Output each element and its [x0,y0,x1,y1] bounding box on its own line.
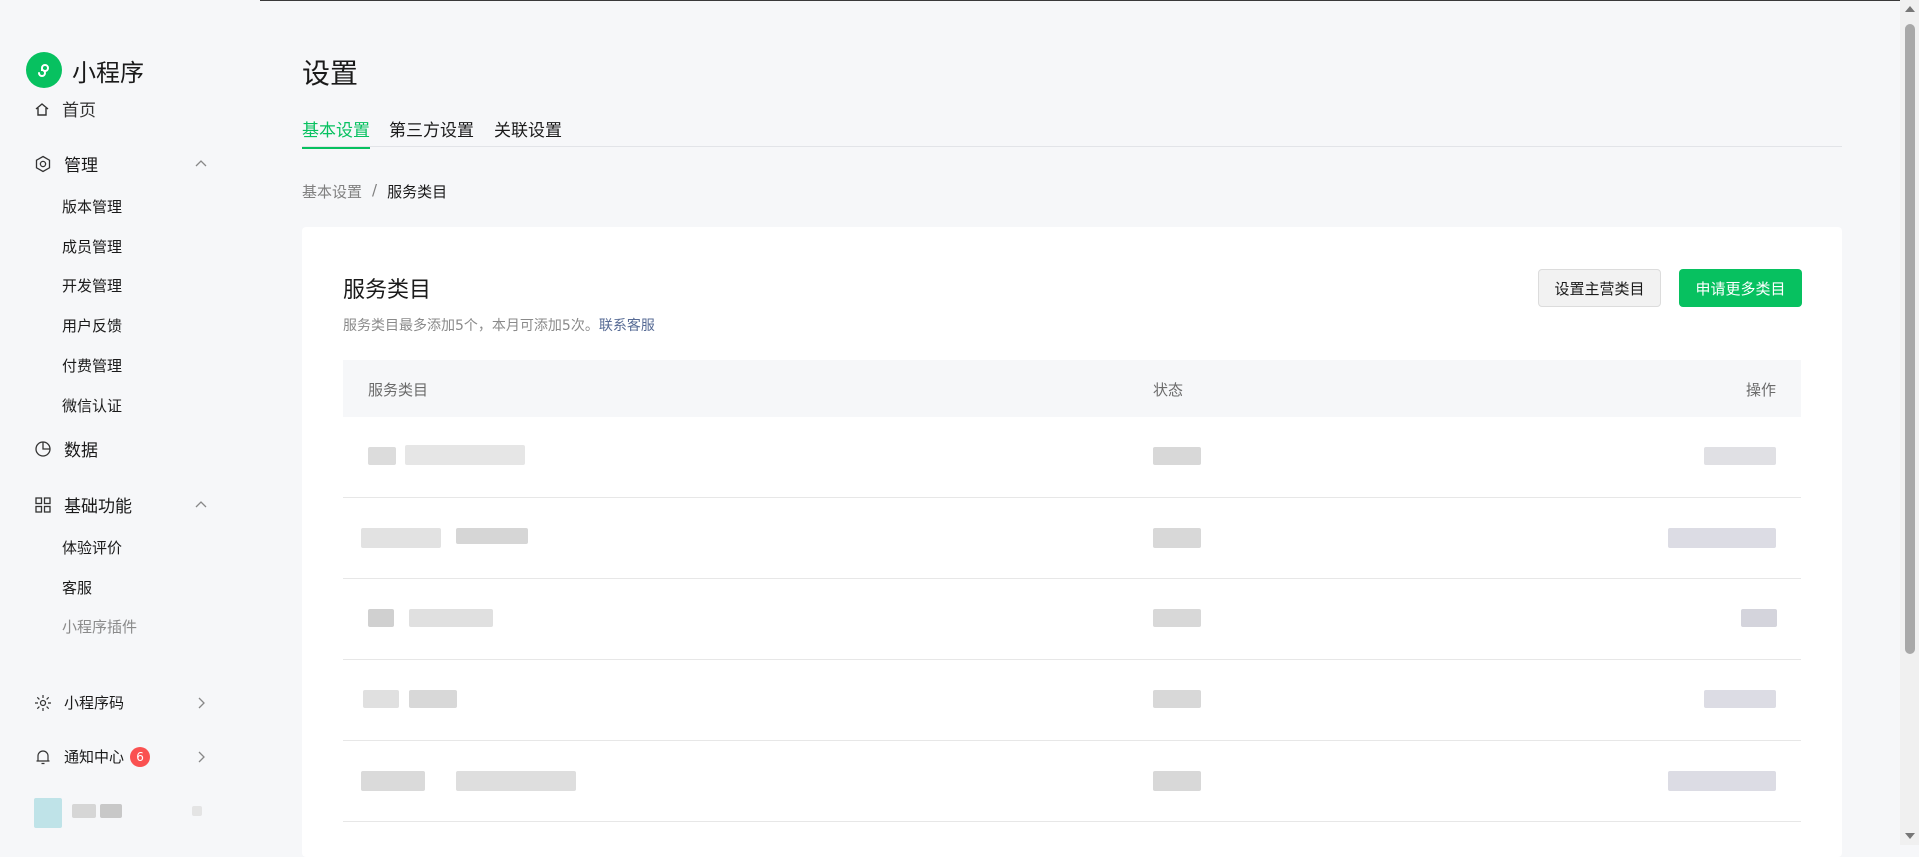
blurred-category-text [409,609,493,627]
sidebar-group-manage[interactable]: 管理 [34,151,210,176]
sidebar-item-customer-service[interactable]: 客服 [62,577,92,598]
sidebar-group-data[interactable]: 数据 [34,436,210,461]
blurred-action-link[interactable] [1668,528,1776,548]
blurred-category-text [363,690,399,708]
sidebar-group-basic-features[interactable]: 基础功能 [34,492,210,517]
sidebar-item-payment[interactable]: 付费管理 [62,355,122,376]
app-name: 小程序 [72,58,144,87]
column-header-status: 状态 [1153,381,1184,399]
sidebar-item-version[interactable]: 版本管理 [62,196,122,217]
user-account-blurred[interactable] [28,796,208,830]
page-title: 设置 [302,57,359,90]
main-content: 设置 基本设置 第三方设置 关联设置 基本设置 / 服务类目 服务类目 服务类目… [302,0,1842,857]
chevron-right-icon[interactable] [192,694,210,712]
blurred-category-text [409,690,457,708]
table-header: 服务类目 状态 操作 [343,360,1801,417]
sidebar-item-plugins[interactable]: 小程序插件 [62,616,137,637]
bell-icon [34,748,52,766]
card-description: 服务类目最多添加5个，本月可添加5次。联系客服 [343,315,655,335]
breadcrumb-parent[interactable]: 基本设置 [302,181,362,202]
sidebar-item-home[interactable]: 首页 [34,96,96,121]
table-row [343,741,1801,822]
home-icon [35,102,49,116]
blurred-category-text [456,528,528,544]
contact-support-link[interactable]: 联系客服 [599,318,655,334]
service-category-table: 服务类目 状态 操作 [343,360,1801,822]
table-row [343,498,1801,579]
blurred-action-link[interactable] [1704,447,1776,465]
blurred-status-text [1153,447,1201,465]
tab-basic-settings[interactable]: 基本设置 [302,116,370,149]
breadcrumb-separator: / [372,181,378,199]
blurred-category-text [405,445,525,465]
column-header-category: 服务类目 [368,381,429,399]
card-title: 服务类目 [343,278,432,303]
miniprogram-logo-icon [26,52,62,88]
breadcrumb-current: 服务类目 [387,183,448,201]
breadcrumb: 基本设置 / 服务类目 [302,181,447,202]
chevron-right-icon[interactable] [192,748,210,766]
scrollbar-thumb[interactable] [1905,24,1915,654]
scroll-up-arrow-icon[interactable] [1905,6,1915,12]
sidebar-item-label: 首页 [62,101,96,121]
tab-third-party-settings[interactable]: 第三方设置 [389,116,474,147]
service-category-card: 服务类目 服务类目最多添加5个，本月可添加5次。联系客服 设置主营类目 申请更多… [302,227,1842,857]
blurred-status-text [1153,771,1201,791]
pie-chart-icon [34,440,52,458]
blurred-status-text [1153,528,1201,548]
notification-count-badge: 6 [130,746,151,767]
blurred-action-link[interactable] [1741,609,1777,627]
grid-apps-icon [34,496,52,514]
sidebar-item-experience-review[interactable]: 体验评价 [62,537,122,558]
apply-more-categories-button[interactable]: 申请更多类目 [1679,269,1802,307]
blurred-action-link[interactable] [1668,771,1776,791]
sidebar-group-label: 管理 [64,156,98,176]
table-row [343,417,1801,498]
hexagon-settings-icon [34,155,52,173]
column-header-actions: 操作 [1745,381,1776,399]
sidebar-item-feedback[interactable]: 用户反馈 [62,315,122,336]
blurred-category-text [361,528,441,548]
blurred-action-link[interactable] [1704,690,1776,708]
settings-tabs: 基本设置 第三方设置 关联设置 [302,116,1842,149]
tab-linked-settings[interactable]: 关联设置 [494,116,562,147]
sidebar: 首页 小程序 管理 版本管理 成员管理 开发管理 用户反馈 付费管理 微信认证 … [0,0,260,845]
chevron-up-icon[interactable] [192,496,210,514]
sidebar-group-label: 数据 [64,441,98,461]
blurred-status-text [1153,609,1201,627]
card-description-text: 服务类目最多添加5个，本月可添加5次。 [343,318,599,334]
sidebar-group-label: 通知中心 [64,748,125,766]
sun-burst-icon [34,694,52,712]
sidebar-group-notifications[interactable]: 通知中心 6 [34,746,210,767]
sidebar-group-label: 基础功能 [64,497,132,517]
app-logo[interactable]: 小程序 [26,52,246,88]
set-main-category-button[interactable]: 设置主营类目 [1538,269,1661,307]
sidebar-group-qrcode[interactable]: 小程序码 [34,692,210,713]
vertical-scrollbar[interactable] [1900,0,1919,845]
sidebar-item-development[interactable]: 开发管理 [62,275,122,296]
table-row [343,579,1801,660]
blurred-category-text [368,447,396,465]
sidebar-item-wechat-verify[interactable]: 微信认证 [62,395,122,416]
blurred-category-text [456,771,576,791]
blurred-category-text [361,771,425,791]
blurred-status-text [1153,690,1201,708]
sidebar-group-label: 小程序码 [64,694,125,712]
blurred-category-text [368,609,394,627]
scroll-down-arrow-icon[interactable] [1905,833,1915,839]
chevron-up-icon[interactable] [192,155,210,173]
table-row [343,660,1801,741]
sidebar-item-members[interactable]: 成员管理 [62,236,122,257]
